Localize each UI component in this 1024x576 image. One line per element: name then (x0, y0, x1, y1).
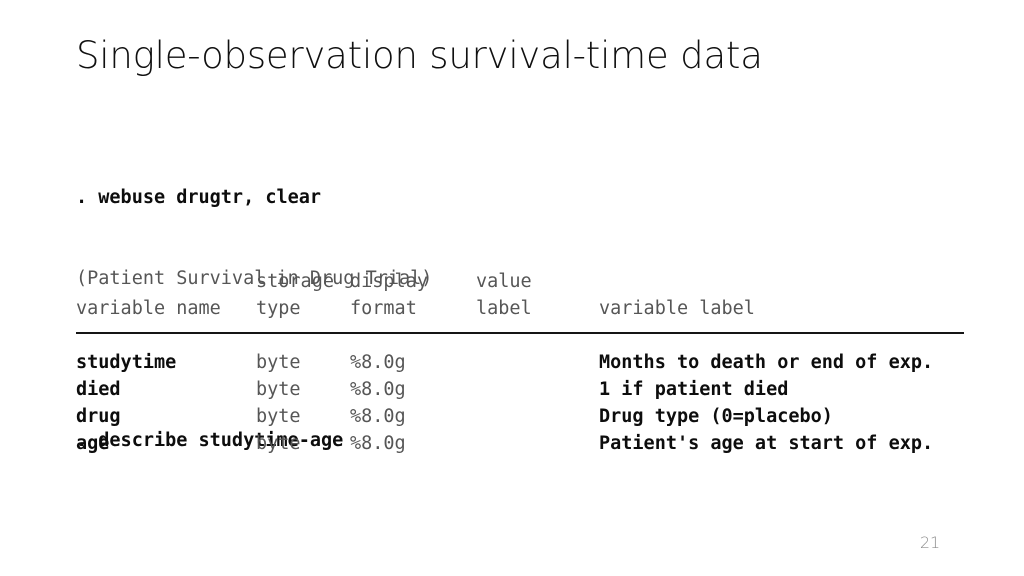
slide-page-number: 21 (919, 533, 941, 552)
cell-display-format: %8.0g (350, 379, 406, 400)
header-type: type (256, 298, 301, 319)
cell-variable-name: studytime (76, 352, 177, 373)
header-value-label: label (476, 298, 532, 319)
page-title: Single-observation survival-time data (76, 34, 763, 77)
describe-table-header: storage display value variable name type… (76, 268, 976, 322)
cell-variable-label: 1 if patient died (599, 379, 789, 400)
cell-variable-name: drug (76, 406, 121, 427)
table-row: age byte %8.0g Patient's age at start of… (76, 430, 976, 457)
table-header-divider (76, 332, 964, 334)
table-row: died byte %8.0g 1 if patient died (76, 376, 976, 403)
header-top-value-label: value (476, 271, 532, 292)
table-row: drug byte %8.0g Drug type (0=placebo) (76, 403, 976, 430)
header-format: format (350, 298, 417, 319)
table-header-row-top: storage display value (76, 268, 976, 295)
cell-variable-label: Months to death or end of exp. (599, 352, 934, 373)
slide: Single-observation survival-time data . … (0, 0, 1024, 576)
header-variable-name: variable name (76, 298, 221, 319)
cell-variable-name: died (76, 379, 121, 400)
cell-storage-type: byte (256, 352, 301, 373)
cell-display-format: %8.0g (350, 433, 406, 454)
cell-storage-type: byte (256, 406, 301, 427)
cell-variable-label: Patient's age at start of exp. (599, 433, 934, 454)
stata-command-webuse: . webuse drugtr, clear (76, 187, 322, 208)
header-top-type: storage (256, 271, 334, 292)
cell-display-format: %8.0g (350, 406, 406, 427)
cell-storage-type: byte (256, 433, 301, 454)
table-header-row-bottom: variable name type format label variable… (76, 295, 976, 322)
cell-variable-name: age (76, 433, 110, 454)
cell-variable-label: Drug type (0=placebo) (599, 406, 833, 427)
header-variable-label: variable label (599, 298, 755, 319)
cell-storage-type: byte (256, 379, 301, 400)
table-row: studytime byte %8.0g Months to death or … (76, 349, 976, 376)
cell-display-format: %8.0g (350, 352, 406, 373)
describe-table-body: studytime byte %8.0g Months to death or … (76, 349, 976, 457)
header-top-format: display (350, 271, 428, 292)
